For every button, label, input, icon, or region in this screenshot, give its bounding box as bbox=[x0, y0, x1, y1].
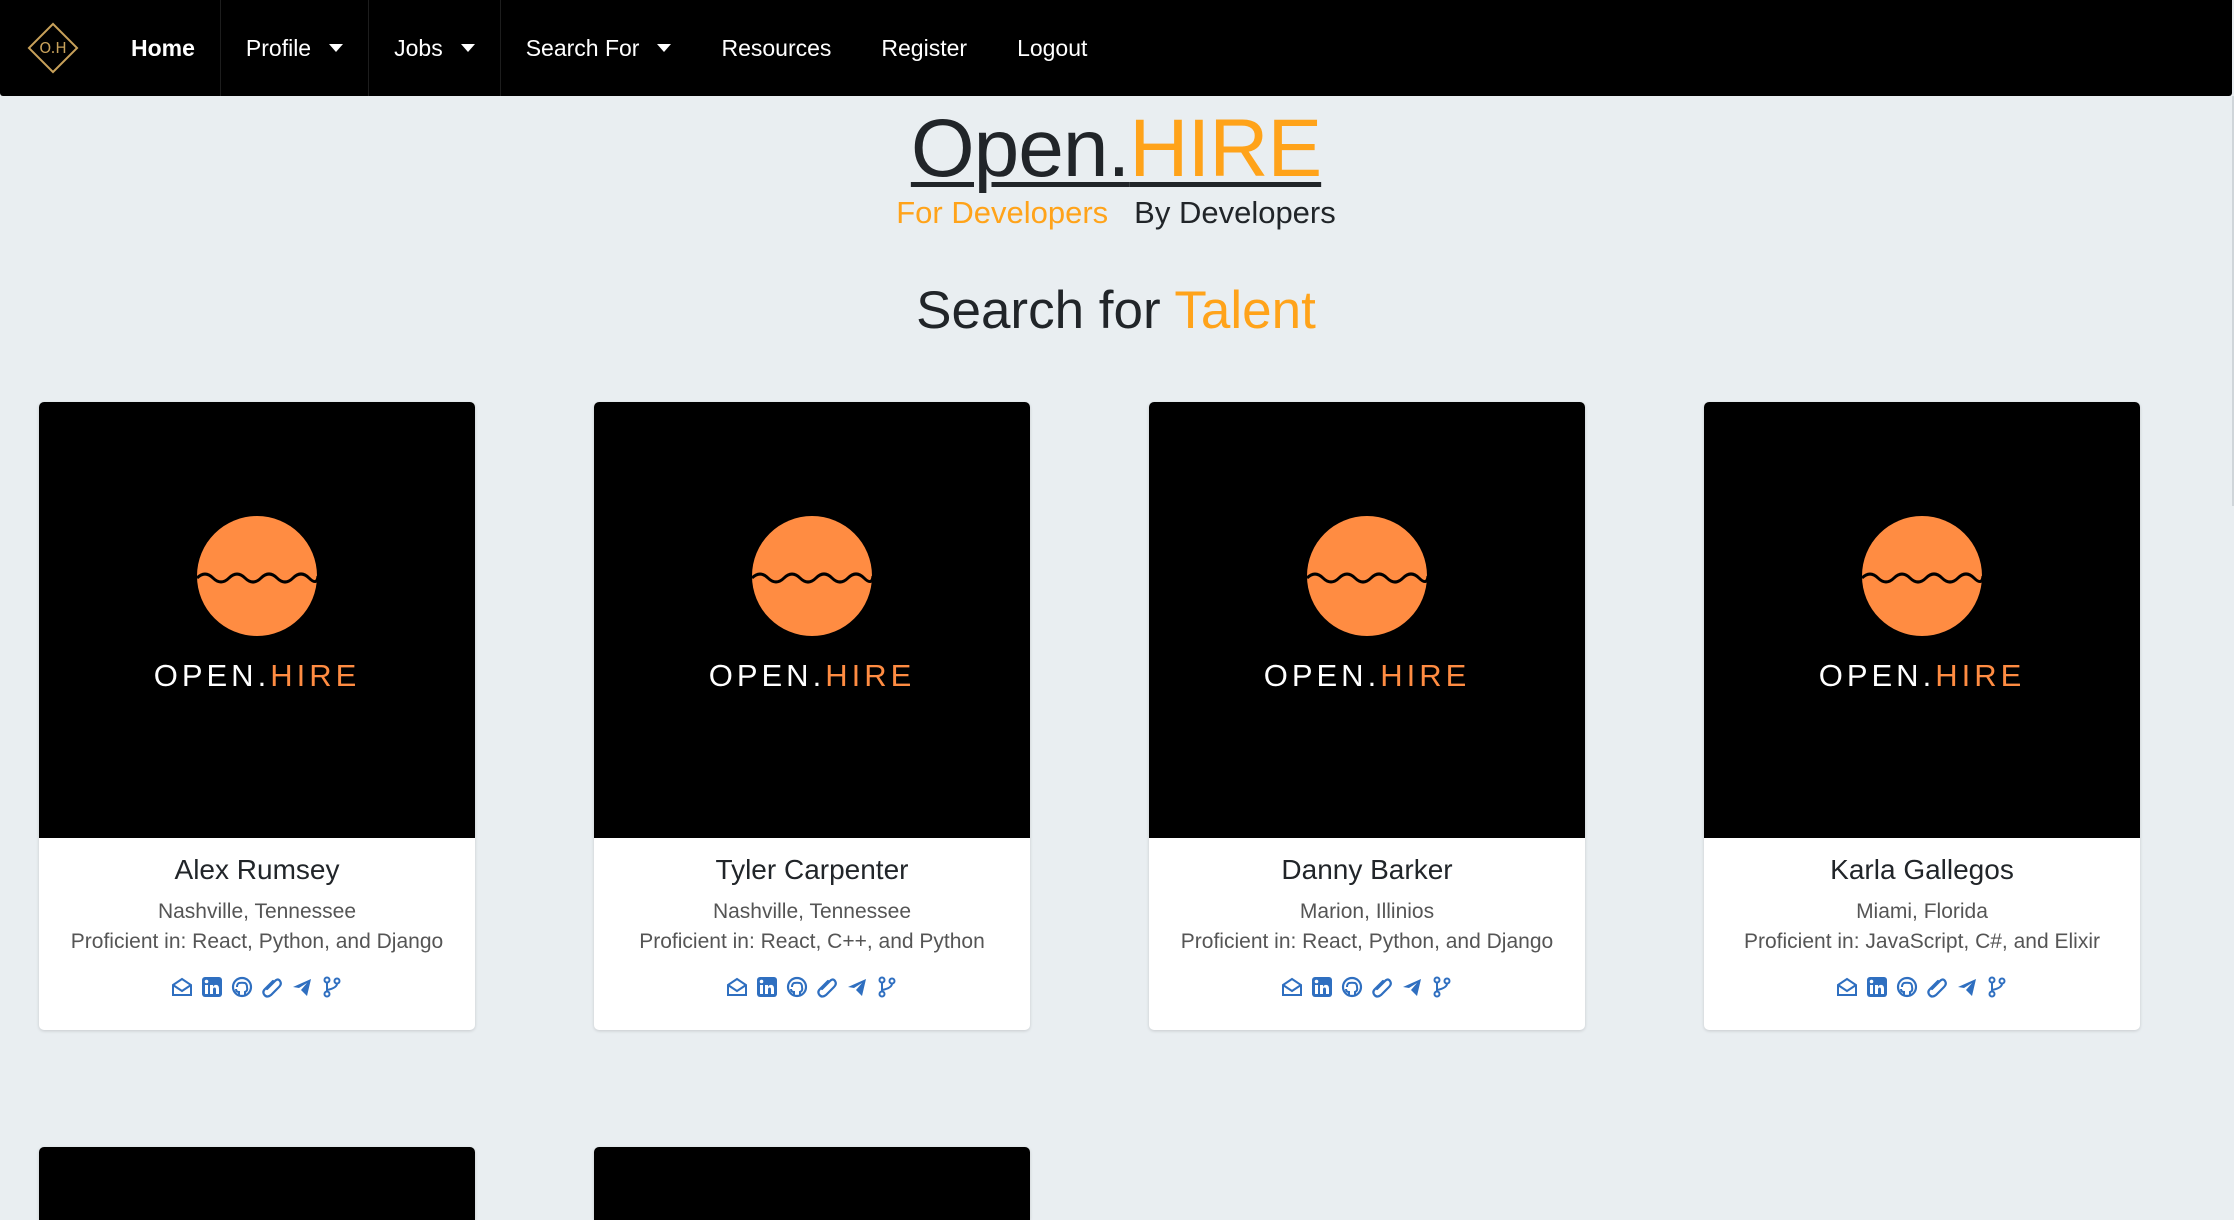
openhire-wordmark: OPEN.HIRE bbox=[153, 658, 361, 693]
nav-jobs-dropdown[interactable]: Jobs bbox=[368, 0, 500, 96]
brand-diamond-icon: O.H bbox=[27, 22, 79, 74]
envelope-icon[interactable] bbox=[171, 976, 193, 998]
openhire-wordmark: OPEN.HIRE bbox=[1263, 658, 1471, 693]
openhire-logo-icon bbox=[1306, 516, 1428, 636]
profile-image: OPEN.HIRE bbox=[1704, 402, 2140, 838]
card-links bbox=[594, 976, 1030, 998]
openhire-logo-icon bbox=[196, 516, 318, 636]
card-location: Marion, Illinios bbox=[1299, 900, 1435, 923]
card-links bbox=[1149, 976, 1585, 998]
brand-logo[interactable]: O.H bbox=[0, 0, 106, 96]
nav-jobs-label: Jobs bbox=[394, 34, 443, 61]
card-links bbox=[1704, 976, 2140, 998]
nav-resources-label: Resources bbox=[721, 34, 832, 61]
paperclip-icon[interactable] bbox=[816, 976, 838, 998]
nav-home-label: Home bbox=[131, 34, 195, 61]
openhire-logo-icon bbox=[1861, 516, 1983, 636]
talent-card[interactable]: OPEN.HIRE Alex Rumsey Nashville, Tenness… bbox=[39, 402, 475, 1030]
card-location: Nashville, Tennessee bbox=[157, 900, 357, 923]
nav-search-for-label: Search For bbox=[525, 34, 640, 61]
card-name: Tyler Carpenter bbox=[715, 854, 909, 885]
openhire-logo-icon bbox=[751, 516, 873, 636]
nav-home[interactable]: Home bbox=[106, 0, 220, 96]
caret-down-icon bbox=[460, 44, 475, 52]
github-icon[interactable] bbox=[786, 976, 808, 998]
nav-register-label: Register bbox=[881, 34, 968, 61]
tagline: For Developers By Developers bbox=[0, 195, 2232, 231]
card-name: Danny Barker bbox=[1281, 854, 1453, 885]
nav-register[interactable]: Register bbox=[856, 0, 992, 96]
card-name: Karla Gallegos bbox=[1830, 854, 2014, 885]
nav-resources[interactable]: Resources bbox=[696, 0, 856, 96]
paperclip-icon[interactable] bbox=[261, 976, 283, 998]
nav-profile-label: Profile bbox=[245, 34, 312, 61]
card-proficiency: Proficient in: React, Python, and Django bbox=[1180, 930, 1554, 953]
top-navbar: O.H Home Profile Jobs Search For Resourc… bbox=[0, 0, 2232, 96]
svg-text:O.H: O.H bbox=[39, 39, 66, 57]
page-heading-accent: Talent bbox=[1174, 281, 1316, 340]
card-name: Alex Rumsey bbox=[174, 854, 340, 885]
git-branch-icon[interactable] bbox=[321, 976, 343, 998]
profile-image: OPEN.HIRE bbox=[39, 402, 475, 838]
page-heading-prefix: Search for bbox=[916, 281, 1161, 340]
page-heading: Search for Talent bbox=[0, 280, 2232, 341]
git-branch-icon[interactable] bbox=[1431, 976, 1453, 998]
talent-card[interactable] bbox=[594, 1147, 1030, 1220]
nav-logout[interactable]: Logout bbox=[992, 0, 1112, 96]
telegram-icon[interactable] bbox=[291, 976, 313, 998]
tagline-for-developers: For Developers bbox=[896, 195, 1109, 230]
card-proficiency: Proficient in: React, C++, and Python bbox=[639, 930, 985, 953]
caret-down-icon bbox=[657, 44, 672, 52]
paperclip-icon[interactable] bbox=[1926, 976, 1948, 998]
site-title: Open.HIRE bbox=[0, 108, 2232, 190]
card-location: Nashville, Tennessee bbox=[712, 900, 912, 923]
telegram-icon[interactable] bbox=[846, 976, 868, 998]
tagline-by-developers: By Developers bbox=[1134, 195, 1336, 230]
linkedin-icon[interactable] bbox=[1311, 976, 1333, 998]
nav-search-for-dropdown[interactable]: Search For bbox=[499, 0, 697, 96]
openhire-wordmark: OPEN.HIRE bbox=[708, 658, 916, 693]
talent-card[interactable]: OPEN.HIRE Danny Barker Marion, Illinios … bbox=[1149, 402, 1585, 1030]
card-location: Miami, Florida bbox=[1856, 900, 1988, 923]
git-branch-icon[interactable] bbox=[876, 976, 898, 998]
card-links bbox=[39, 976, 475, 998]
git-branch-icon[interactable] bbox=[1986, 976, 2008, 998]
site-title-open: Open. bbox=[910, 103, 1130, 194]
telegram-icon[interactable] bbox=[1956, 976, 1978, 998]
github-icon[interactable] bbox=[231, 976, 253, 998]
linkedin-icon[interactable] bbox=[201, 976, 223, 998]
envelope-icon[interactable] bbox=[1836, 976, 1858, 998]
envelope-icon[interactable] bbox=[1281, 976, 1303, 998]
nav-profile-dropdown[interactable]: Profile bbox=[219, 0, 368, 96]
profile-image: OPEN.HIRE bbox=[594, 402, 1030, 838]
talent-card[interactable]: OPEN.HIRE Tyler Carpenter Nashville, Ten… bbox=[594, 402, 1030, 1030]
nav-logout-label: Logout bbox=[1017, 34, 1088, 61]
linkedin-icon[interactable] bbox=[756, 976, 778, 998]
card-proficiency: Proficient in: JavaScript, C#, and Elixi… bbox=[1744, 930, 2100, 953]
talent-card[interactable]: OPEN.HIRE Karla Gallegos Miami, Florida … bbox=[1704, 402, 2140, 1030]
github-icon[interactable] bbox=[1896, 976, 1918, 998]
envelope-icon[interactable] bbox=[726, 976, 748, 998]
github-icon[interactable] bbox=[1341, 976, 1363, 998]
openhire-wordmark: OPEN.HIRE bbox=[1818, 658, 2026, 693]
paperclip-icon[interactable] bbox=[1371, 976, 1393, 998]
linkedin-icon[interactable] bbox=[1866, 976, 1888, 998]
profile-image: OPEN.HIRE bbox=[1149, 402, 1585, 838]
site-title-hire: HIRE bbox=[1129, 103, 1322, 194]
card-proficiency: Proficient in: React, Python, and Django bbox=[70, 930, 444, 953]
caret-down-icon bbox=[329, 44, 344, 52]
telegram-icon[interactable] bbox=[1401, 976, 1423, 998]
talent-card[interactable] bbox=[39, 1147, 475, 1220]
